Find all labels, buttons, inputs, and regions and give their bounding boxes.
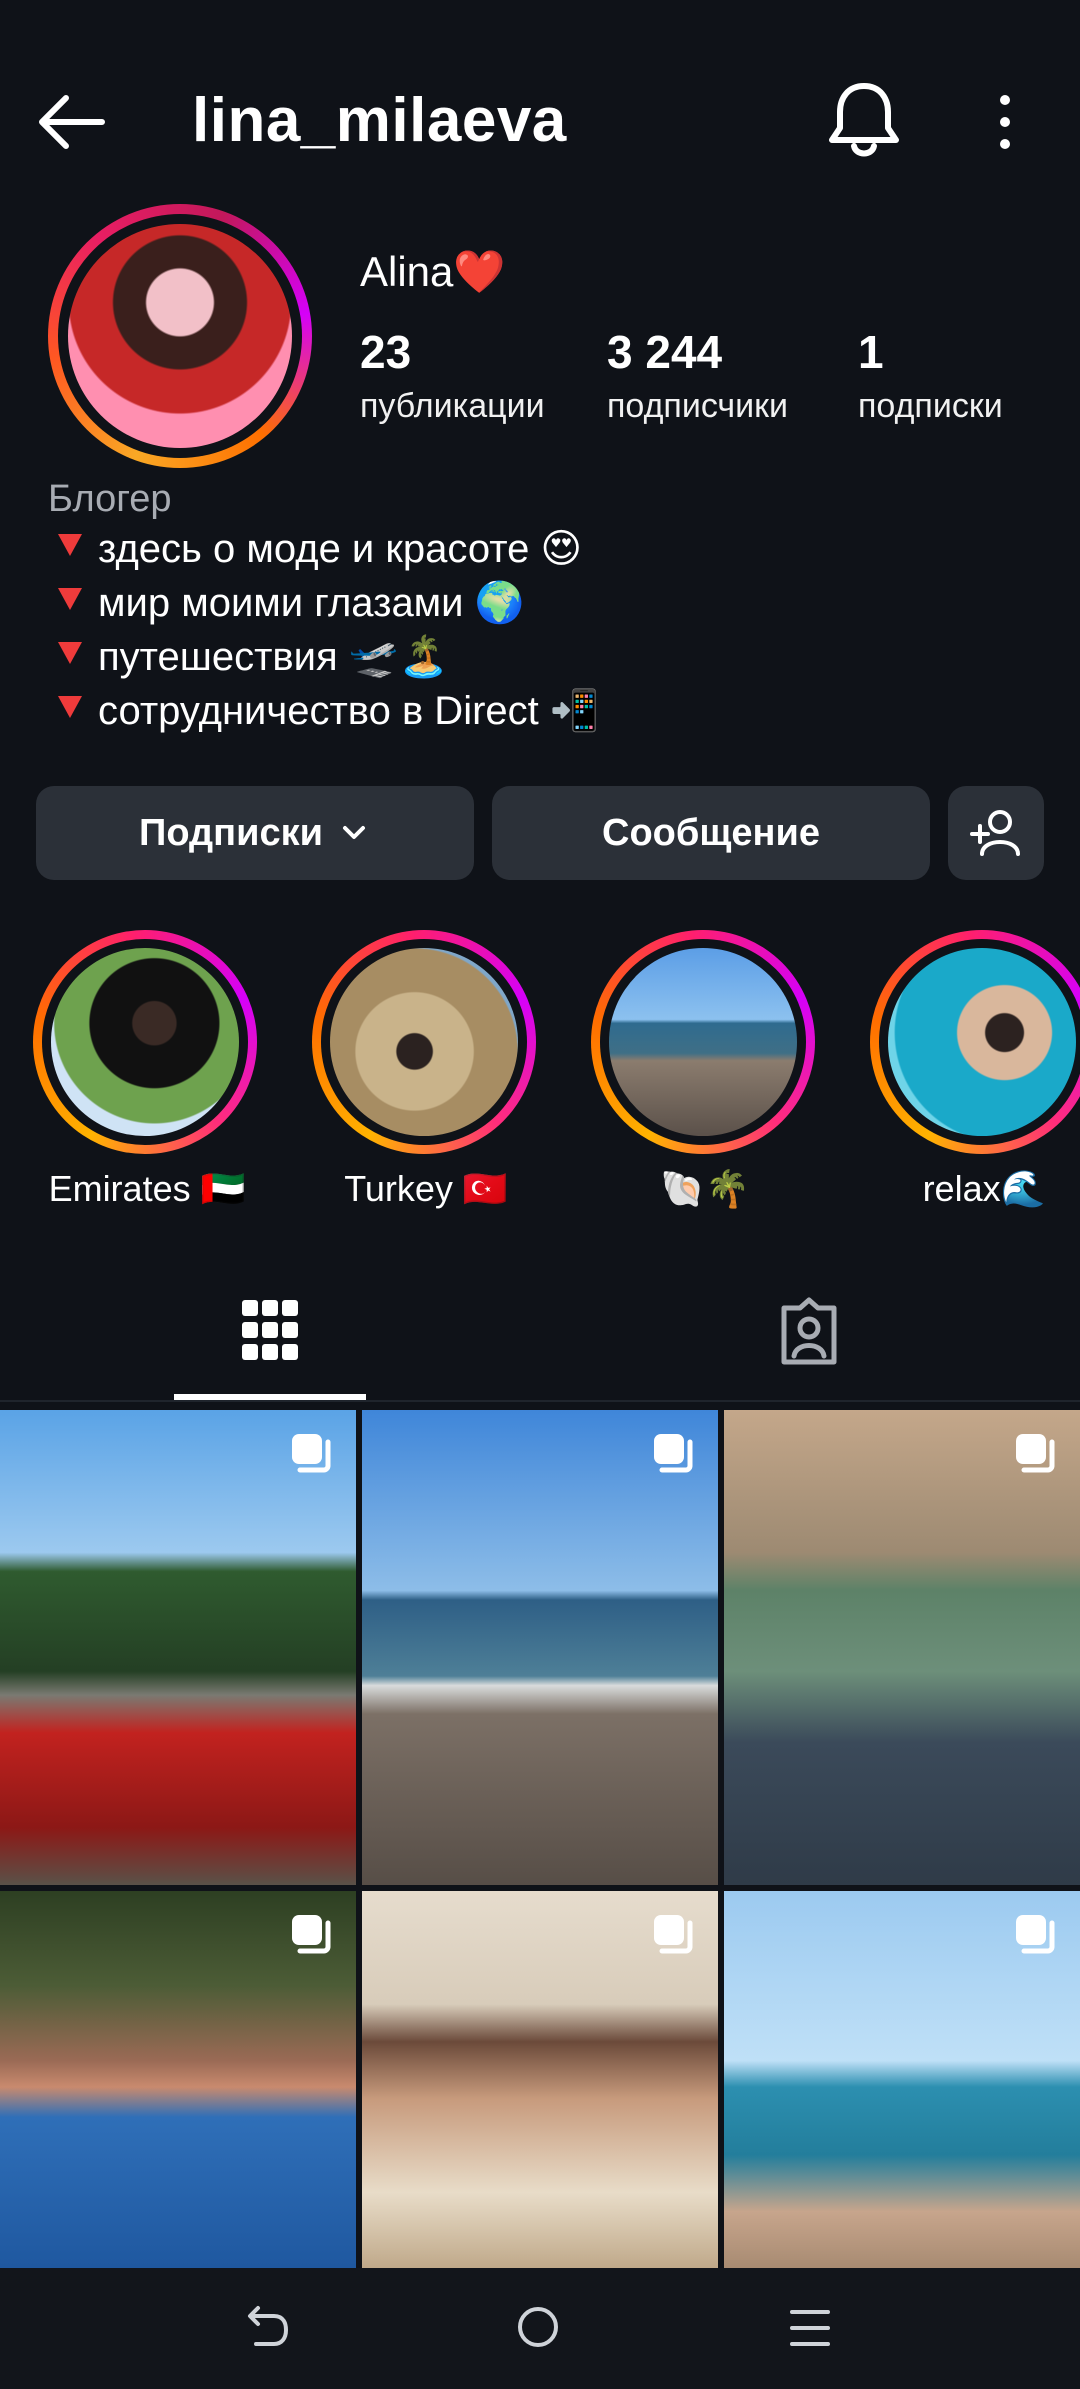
bio-line: здесь о моде и красоте 😍: [58, 522, 582, 576]
carousel-icon: [1016, 1915, 1055, 1954]
red-triangle-icon: [58, 696, 82, 718]
tab-tagged[interactable]: [776, 1296, 842, 1368]
bell-icon: [829, 83, 899, 157]
post-thumbnail[interactable]: [362, 1410, 718, 1885]
message-button-label: Сообщение: [602, 811, 820, 854]
followers-count[interactable]: 3 244: [607, 324, 722, 380]
notifications-button[interactable]: [826, 80, 902, 162]
highlight-relax[interactable]: relax🌊: [870, 930, 1080, 1209]
highlight-turkey[interactable]: Turkey 🇹🇷: [312, 930, 540, 1209]
system-nav-bar: [0, 2268, 1080, 2389]
highlight-label: Emirates 🇦🇪: [48, 1168, 246, 1209]
bio-line: сотрудничество в Direct 📲: [58, 684, 600, 738]
profile-username: lina_milaeva: [192, 86, 567, 155]
highlight-cover: [51, 948, 239, 1136]
followers-label[interactable]: подписчики: [607, 384, 788, 428]
following-label[interactable]: подписки: [858, 384, 1003, 428]
grid-icon: [242, 1300, 298, 1360]
highlight-beach[interactable]: 🐚🌴: [591, 930, 819, 1209]
avatar-photo: [68, 224, 292, 448]
carousel-icon: [292, 1434, 331, 1473]
home-nav-button[interactable]: [515, 2304, 561, 2350]
highlight-label: 🐚🌴: [660, 1168, 750, 1209]
bio-line: мир моими глазами 🌍: [58, 576, 524, 630]
carousel-icon: [654, 1915, 693, 1954]
highlight-cover: [330, 948, 518, 1136]
add-person-icon: [970, 810, 1020, 856]
tabs-divider: [0, 1400, 1080, 1402]
message-button[interactable]: Сообщение: [492, 786, 930, 880]
following-button-label: Подписки: [139, 811, 323, 854]
more-options-button[interactable]: [990, 92, 1020, 152]
tab-posts[interactable]: [240, 1296, 300, 1364]
red-triangle-icon: [58, 588, 82, 610]
carousel-icon: [654, 1434, 693, 1473]
suggest-users-button[interactable]: [948, 786, 1044, 880]
post-thumbnail[interactable]: [724, 1891, 1080, 2268]
following-count[interactable]: 1: [858, 324, 884, 380]
posts-label[interactable]: публикации: [360, 384, 545, 428]
recents-menu-icon: [790, 2310, 830, 2346]
following-button[interactable]: Подписки: [36, 786, 474, 880]
post-thumbnail[interactable]: [724, 1410, 1080, 1885]
chevron-down-icon: [342, 826, 365, 839]
back-nav-icon: [248, 2306, 288, 2346]
posts-count[interactable]: 23: [360, 324, 411, 380]
arrow-left-icon: [39, 95, 105, 149]
red-triangle-icon: [58, 642, 82, 664]
home-circle-icon: [518, 2307, 558, 2347]
bio-line: путешествия 🛫🏝️: [58, 630, 448, 684]
carousel-icon: [1016, 1434, 1055, 1473]
highlight-emirates[interactable]: Emirates 🇦🇪: [33, 930, 261, 1209]
highlight-label: Turkey 🇹🇷: [344, 1168, 508, 1209]
profile-avatar[interactable]: [48, 204, 312, 468]
red-triangle-icon: [58, 534, 82, 556]
recents-nav-button[interactable]: [788, 2306, 832, 2350]
tagged-person-icon: [781, 1297, 837, 1365]
post-thumbnail[interactable]: [0, 1891, 356, 2268]
highlight-cover: [609, 948, 797, 1136]
post-thumbnail[interactable]: [0, 1410, 356, 1885]
carousel-icon: [292, 1915, 331, 1954]
highlight-cover: [888, 948, 1076, 1136]
profile-category: Блогер: [48, 478, 172, 520]
display-name: Alina❤️: [360, 248, 506, 295]
highlight-label: relax🌊: [922, 1168, 1046, 1209]
back-button[interactable]: [36, 92, 108, 152]
more-vertical-icon: [1000, 95, 1010, 149]
post-thumbnail[interactable]: [362, 1891, 718, 2268]
back-nav-button[interactable]: [244, 2302, 290, 2354]
